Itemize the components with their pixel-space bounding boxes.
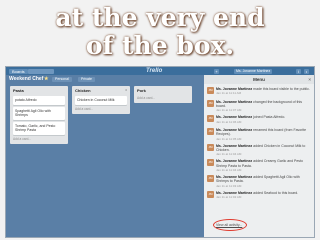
activity-time: Jan 11 at 11:07 AM bbox=[216, 108, 242, 113]
user-menu-button[interactable]: Ms. Jovanne Martinez bbox=[234, 68, 273, 74]
trello-logo: Trello bbox=[146, 68, 163, 74]
card[interactable]: Tomato, Garlic, and Pesto Shrimp Pasta bbox=[13, 121, 65, 135]
activity-time: Jan 11 at 11:04 AM bbox=[216, 152, 242, 157]
info-icon[interactable]: i bbox=[296, 68, 301, 74]
activity-item: JM Ms. Jovanne Martinez changed the back… bbox=[207, 99, 311, 113]
activity-time: Jan 11 at 11:03 AM bbox=[216, 183, 242, 188]
card[interactable]: potato Alfredo bbox=[13, 96, 65, 105]
list-pasta: Pasta potato Alfredo Spaghetti Agli Olio… bbox=[10, 86, 68, 144]
menu-header: Menu × bbox=[204, 75, 314, 84]
activity-item: JM Ms. Jovanne Martinez made this board … bbox=[207, 86, 311, 97]
avatar[interactable]: JM bbox=[207, 115, 214, 123]
star-icon[interactable]: ★ bbox=[44, 75, 48, 83]
activity-item: JM Ms. Jovanne Martinez renamed this boa… bbox=[207, 128, 311, 141]
menu-title: Menu bbox=[253, 77, 265, 82]
activity-item: JM Ms. Jovanne Martinez added Creamy Gar… bbox=[207, 159, 311, 172]
slide-title-line-2: of the box. bbox=[85, 31, 235, 60]
top-bar: Boards Trello + Ms. Jovanne Martinez i • bbox=[6, 67, 314, 75]
board-visibility-chip[interactable]: Private bbox=[78, 76, 95, 82]
search-input[interactable] bbox=[28, 68, 54, 74]
add-button[interactable]: + bbox=[214, 68, 219, 74]
activity-text: joined Pasta Alfredo. bbox=[253, 115, 286, 120]
list-card-count: 0 bbox=[125, 88, 127, 92]
avatar[interactable]: JM bbox=[207, 99, 214, 107]
board-org-chip[interactable]: Personal bbox=[52, 76, 72, 82]
list-title[interactable]: Chicken bbox=[72, 86, 130, 94]
add-card-link[interactable]: Add a card... bbox=[75, 107, 127, 111]
list-pork: Pork Add a card... bbox=[134, 86, 192, 103]
activity-item: JM Ms. Jovanne Martinez added Chicken in… bbox=[207, 143, 311, 157]
card[interactable]: Spaghetti Agli Olio with Shrimps bbox=[13, 106, 65, 120]
close-icon[interactable]: × bbox=[308, 75, 311, 84]
activity-time: Jan 11 at 11:04 AM bbox=[216, 168, 242, 173]
board-menu-panel: Menu × JM Ms. Jovanne Martinez made this… bbox=[204, 75, 314, 237]
activity-time: Jan 11 at 11:02 AM bbox=[216, 195, 242, 200]
list-title[interactable]: Pork bbox=[134, 86, 192, 94]
list-chicken: Chicken 0 Chicken in Coconut Milk Add a … bbox=[72, 86, 130, 114]
trello-board-screenshot: Boards Trello + Ms. Jovanne Martinez i •… bbox=[5, 66, 315, 238]
avatar[interactable]: JM bbox=[207, 143, 214, 151]
avatar[interactable]: JM bbox=[207, 175, 214, 183]
avatar[interactable]: JM bbox=[207, 128, 214, 136]
add-card-link[interactable]: Add a card... bbox=[13, 137, 65, 141]
activity-text: made this board visible to the public. bbox=[253, 86, 310, 91]
slide-title-line-1: at the very end bbox=[55, 3, 265, 32]
activity-time: Jan 11 at 11:11 AM bbox=[216, 91, 242, 96]
add-card-link[interactable]: Add a card... bbox=[137, 96, 189, 100]
boards-button[interactable]: Boards bbox=[9, 68, 28, 74]
avatar[interactable]: JM bbox=[207, 190, 214, 198]
avatar[interactable]: JM bbox=[207, 86, 214, 94]
notifications-icon[interactable]: • bbox=[304, 68, 309, 74]
activity-item: JM Ms. Jovanne Martinez added Seafood to… bbox=[207, 190, 311, 201]
activity-text: added Seafood to this board. bbox=[253, 190, 299, 195]
avatar[interactable]: JM bbox=[207, 159, 214, 167]
slide-title: at the very end of the box. bbox=[0, 4, 320, 60]
board-title[interactable]: Weekend Chef bbox=[9, 75, 43, 83]
activity-item: JM Ms. Jovanne Martinez joined Pasta Alf… bbox=[207, 115, 311, 125]
view-all-activity-link[interactable]: View all activity... bbox=[216, 223, 242, 227]
list-title[interactable]: Pasta bbox=[10, 86, 68, 94]
activity-item: JM Ms. Jovanne Martinez added Spaghetti … bbox=[207, 175, 311, 188]
card[interactable]: Chicken in Coconut Milk bbox=[75, 96, 127, 105]
activity-time: Jan 11 at 11:05 AM bbox=[216, 136, 242, 141]
activity-time: Jan 11 at 11:06 AM bbox=[216, 119, 242, 124]
activity-user[interactable]: Ms. Jovanne Martinez bbox=[216, 115, 252, 119]
